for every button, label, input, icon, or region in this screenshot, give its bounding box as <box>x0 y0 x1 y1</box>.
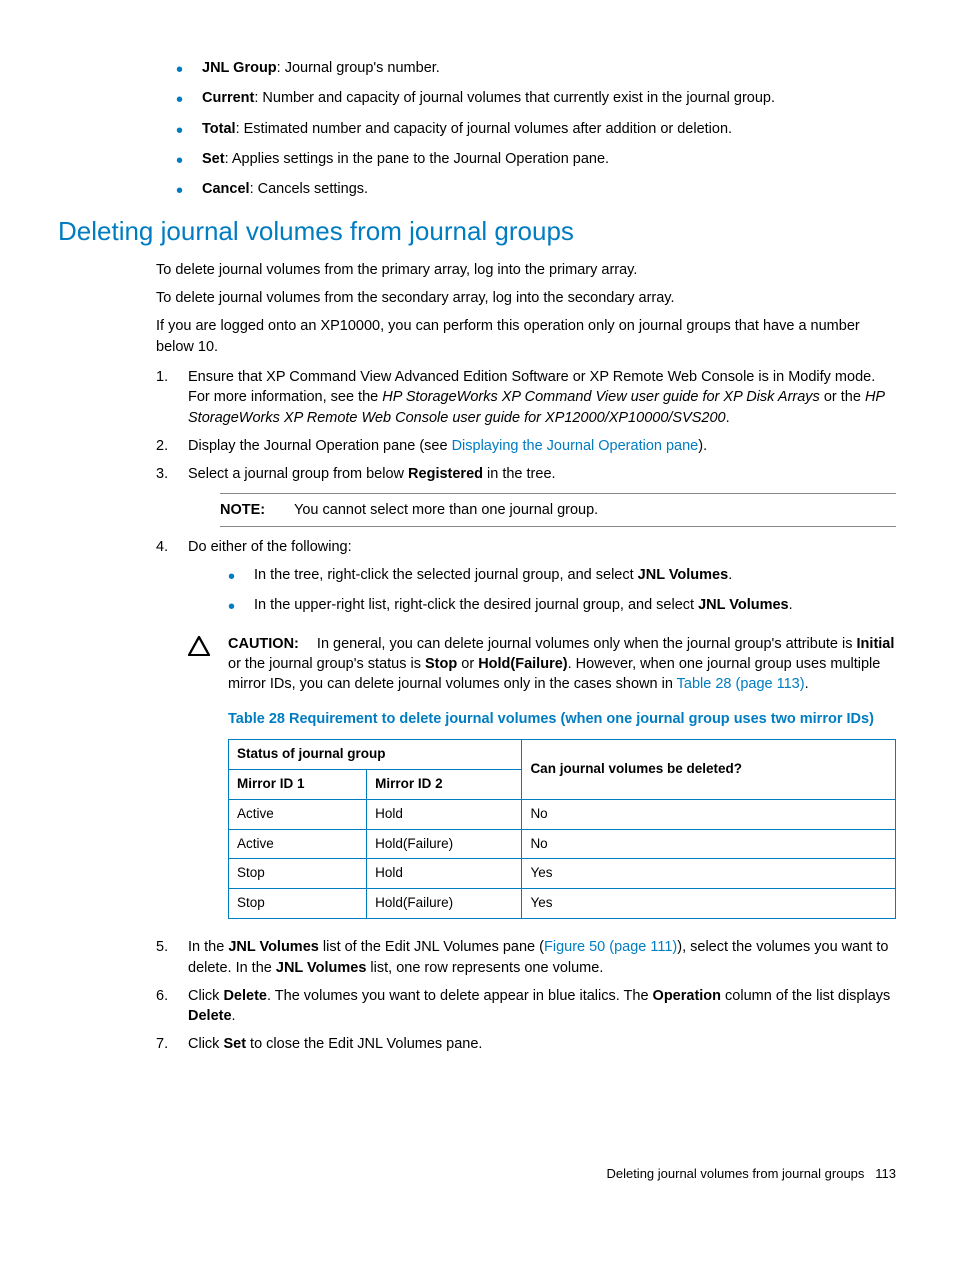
step4-sublist: In the tree, right-click the selected jo… <box>58 565 896 616</box>
table-subheader: Mirror ID 1 <box>229 769 367 799</box>
bullet-term: JNL Group <box>202 60 277 76</box>
step-text: Display the Journal Operation pane (see … <box>188 438 707 454</box>
step-text: Select a journal group from below Regist… <box>188 466 556 482</box>
bullet-desc: : Estimated number and capacity of journ… <box>236 121 733 137</box>
step-7: 7. Click Set to close the Edit JNL Volum… <box>156 1034 896 1054</box>
step-1: 1. Ensure that XP Command View Advanced … <box>156 367 896 428</box>
step-number: 3. <box>156 464 168 484</box>
bullet-item: In the upper-right list, right-click the… <box>222 595 896 615</box>
step-text: In the JNL Volumes list of the Edit JNL … <box>188 939 888 975</box>
table-header: Can journal volumes be deleted? <box>522 739 896 799</box>
step-number: 6. <box>156 986 168 1006</box>
table-caption: Table 28 Requirement to delete journal v… <box>228 709 896 729</box>
bullet-item: Total: Estimated number and capacity of … <box>170 119 896 139</box>
section-heading: Deleting journal volumes from journal gr… <box>58 213 896 249</box>
mirror-status-table: Status of journal group Can journal volu… <box>228 739 896 919</box>
bullet-term: Total <box>202 121 236 137</box>
bullet-desc: : Number and capacity of journal volumes… <box>254 90 775 106</box>
ref-italic: HP StorageWorks XP Command View user gui… <box>382 389 820 405</box>
step-number: 2. <box>156 436 168 456</box>
table-header: Status of journal group <box>229 739 522 769</box>
table-header-row: Status of journal group Can journal volu… <box>229 739 896 769</box>
bullet-term: Cancel <box>202 181 250 197</box>
step-text: Do either of the following: <box>188 539 352 555</box>
bullet-term: Current <box>202 90 254 106</box>
note-box: NOTE: You cannot select more than one jo… <box>220 493 896 527</box>
table-row: Stop Hold Yes <box>229 859 896 889</box>
step-text: Click Delete. The volumes you want to de… <box>188 988 890 1024</box>
note-label: NOTE: <box>220 500 280 520</box>
page-footer: Deleting journal volumes from journal gr… <box>58 1165 896 1183</box>
intro-para-3: If you are logged onto an XP10000, you c… <box>58 316 896 357</box>
top-bullet-list: JNL Group: Journal group's number. Curre… <box>58 58 896 199</box>
step-4: 4. Do either of the following: <box>156 537 896 557</box>
bullet-item: Cancel: Cancels settings. <box>170 179 896 199</box>
bullet-term: Set <box>202 151 225 167</box>
step-6: 6. Click Delete. The volumes you want to… <box>156 986 896 1027</box>
step-number: 7. <box>156 1034 168 1054</box>
step-5: 5. In the JNL Volumes list of the Edit J… <box>156 937 896 978</box>
procedure-list: 1. Ensure that XP Command View Advanced … <box>58 367 896 557</box>
table-row: Stop Hold(Failure) Yes <box>229 889 896 919</box>
intro-para-1: To delete journal volumes from the prima… <box>58 260 896 280</box>
caution-box: CAUTION: In general, you can delete jour… <box>188 634 896 695</box>
step-number: 4. <box>156 537 168 557</box>
caution-wrapper: CAUTION: In general, you can delete jour… <box>58 634 896 920</box>
table-row: Active Hold No <box>229 799 896 829</box>
page-number: 113 <box>875 1166 896 1181</box>
table28-link[interactable]: Table 28 (page 113) <box>677 676 805 692</box>
table-subheader: Mirror ID 2 <box>367 769 522 799</box>
caution-label: CAUTION: <box>228 636 299 652</box>
figure50-link[interactable]: Figure 50 (page 111) <box>544 939 677 955</box>
step-number: 1. <box>156 367 168 387</box>
caution-text: In general, you can delete journal volum… <box>228 636 894 693</box>
bullet-item: JNL Group: Journal group's number. <box>170 58 896 78</box>
step-text: Ensure that XP Command View Advanced Edi… <box>188 369 885 426</box>
note-text: You cannot select more than one journal … <box>294 502 598 518</box>
procedure-list-cont: 5. In the JNL Volumes list of the Edit J… <box>58 937 896 1054</box>
bullet-item: Current: Number and capacity of journal … <box>170 88 896 108</box>
intro-para-2: To delete journal volumes from the secon… <box>58 288 896 308</box>
caution-icon <box>188 636 210 656</box>
bullet-desc: : Cancels settings. <box>250 181 368 197</box>
table-row: Active Hold(Failure) No <box>229 829 896 859</box>
bullet-desc: : Journal group's number. <box>277 60 440 76</box>
step-2: 2. Display the Journal Operation pane (s… <box>156 436 896 456</box>
footer-text: Deleting journal volumes from journal gr… <box>606 1166 864 1181</box>
step-text: Click Set to close the Edit JNL Volumes … <box>188 1036 482 1052</box>
bullet-item: Set: Applies settings in the pane to the… <box>170 149 896 169</box>
bullet-desc: : Applies settings in the pane to the Jo… <box>225 151 610 167</box>
bullet-item: In the tree, right-click the selected jo… <box>222 565 896 585</box>
step-number: 5. <box>156 937 168 957</box>
journal-operation-link[interactable]: Displaying the Journal Operation pane <box>452 438 699 454</box>
step-3: 3. Select a journal group from below Reg… <box>156 464 896 527</box>
